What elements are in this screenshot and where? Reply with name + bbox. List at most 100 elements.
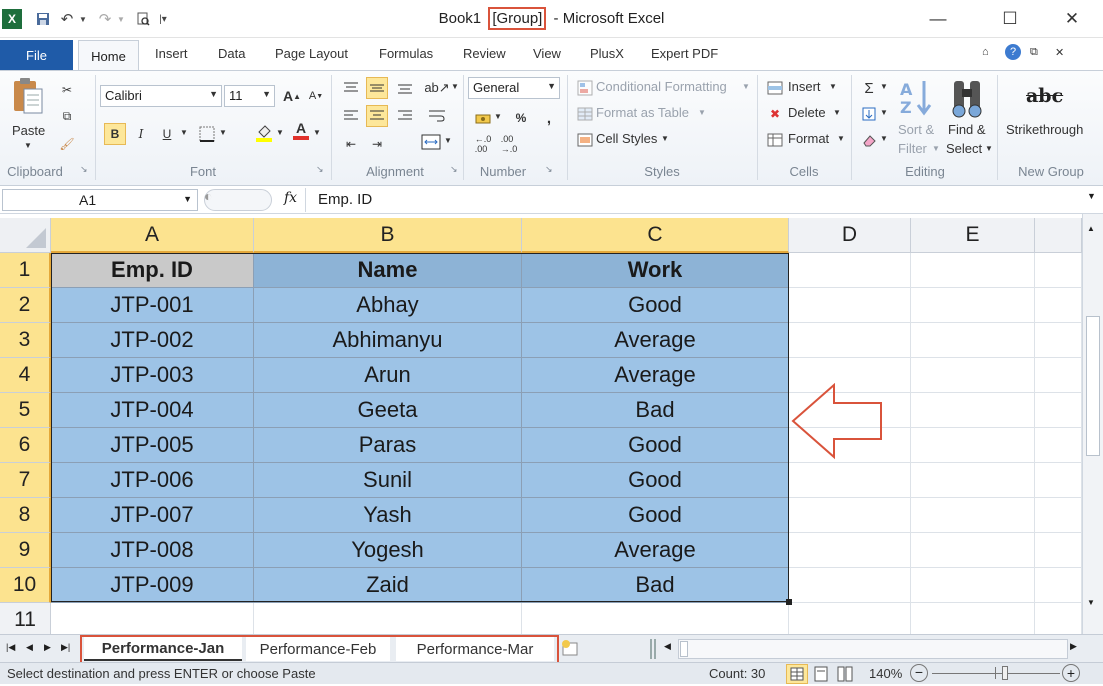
minimize-button[interactable]: —	[918, 6, 958, 32]
tab-review[interactable]: Review	[463, 46, 506, 61]
cell-styles-icon[interactable]	[574, 129, 596, 151]
format-dropdown-icon[interactable]: ▼	[837, 134, 845, 143]
vertical-scrollbar[interactable]: ▲ ▼	[1082, 214, 1103, 634]
empty-cell[interactable]	[911, 568, 1035, 603]
page-layout-view-icon[interactable]	[812, 665, 830, 686]
page-break-view-icon[interactable]	[836, 665, 854, 686]
empty-cell[interactable]	[911, 288, 1035, 323]
row-header-1[interactable]: 1	[0, 253, 51, 288]
bold-button[interactable]: B	[104, 123, 126, 145]
empty-cell[interactable]	[789, 463, 911, 498]
insert-function-icon[interactable]: fx	[284, 190, 297, 206]
clear-dropdown-icon[interactable]: ▼	[880, 134, 888, 143]
align-bottom-icon[interactable]	[394, 77, 416, 99]
zoom-slider-thumb[interactable]	[1002, 666, 1008, 680]
underline-dropdown-icon[interactable]: ▼	[180, 128, 188, 137]
tab-insert[interactable]: Insert	[155, 46, 188, 61]
cell-b5[interactable]: Geeta	[254, 393, 522, 428]
cell-b2[interactable]: Abhay	[254, 288, 522, 323]
percent-style-icon[interactable]: %	[510, 107, 532, 129]
tab-expert-pdf[interactable]: Expert PDF	[651, 46, 718, 61]
empty-cell[interactable]	[1035, 498, 1082, 533]
empty-cell[interactable]	[254, 603, 522, 638]
row-header-6[interactable]: 6	[0, 428, 51, 463]
cell-a2[interactable]: JTP-001	[51, 288, 254, 323]
horizontal-scrollbar[interactable]	[678, 639, 1068, 659]
format-as-table-icon[interactable]	[574, 103, 596, 125]
cell-a7[interactable]: JTP-006	[51, 463, 254, 498]
insert-sheet-icon[interactable]	[560, 639, 580, 660]
row-header-2[interactable]: 2	[0, 288, 51, 323]
cut-icon[interactable]: ✂	[56, 79, 78, 101]
cell-c4[interactable]: Average	[522, 358, 789, 393]
row-header-4[interactable]: 4	[0, 358, 51, 393]
first-sheet-icon[interactable]: |◀	[6, 642, 15, 653]
merge-dropdown-icon[interactable]: ▼	[444, 136, 452, 145]
cell-b4[interactable]: Arun	[254, 358, 522, 393]
merge-center-icon[interactable]	[420, 131, 442, 153]
delete-cells-icon[interactable]: ✖	[764, 103, 786, 125]
zoom-out-icon[interactable]: −	[910, 664, 928, 682]
next-sheet-icon[interactable]: ▶	[44, 642, 51, 653]
number-launcher-icon[interactable]: ↘	[545, 164, 553, 175]
insert-dropdown-icon[interactable]: ▼	[829, 82, 837, 91]
column-header-e[interactable]: E	[911, 218, 1035, 253]
cell-b6[interactable]: Paras	[254, 428, 522, 463]
increase-decimal-icon[interactable]: ←.0.00	[472, 133, 494, 155]
empty-cell[interactable]	[911, 533, 1035, 568]
empty-cell[interactable]	[911, 428, 1035, 463]
normal-view-icon[interactable]	[786, 664, 808, 684]
sheet-tab-performance-feb[interactable]: Performance-Feb	[246, 637, 390, 661]
zoom-in-icon[interactable]: +	[1062, 664, 1080, 682]
decrease-decimal-icon[interactable]: .00 →.0	[498, 133, 520, 155]
delete-dropdown-icon[interactable]: ▼	[833, 108, 841, 117]
empty-cell[interactable]	[789, 253, 911, 288]
paste-icon[interactable]	[10, 75, 46, 119]
decrease-indent-icon[interactable]: ⇤	[340, 133, 362, 155]
zoom-slider[interactable]	[932, 673, 1060, 674]
fill-color-icon[interactable]	[253, 121, 275, 143]
header-cell-b[interactable]: Name	[254, 253, 522, 288]
header-cell-a[interactable]: Emp. ID	[51, 253, 254, 288]
empty-cell[interactable]	[911, 358, 1035, 393]
font-size-dropdown-icon[interactable]: ▼	[262, 89, 271, 99]
sheet-tab-performance-mar[interactable]: Performance-Mar	[396, 637, 554, 661]
column-header-b[interactable]: B	[254, 218, 522, 253]
empty-cell[interactable]	[51, 603, 254, 638]
empty-cell[interactable]	[789, 323, 911, 358]
formula-input[interactable]: Emp. ID	[305, 188, 1085, 212]
accounting-dropdown-icon[interactable]: ▼	[494, 112, 502, 121]
format-painter-icon[interactable]: 🖌	[56, 133, 78, 155]
find-select-label-2[interactable]: Select	[946, 141, 982, 156]
format-as-table-button[interactable]: Format as Table	[596, 105, 689, 120]
scroll-down-icon[interactable]: ▼	[1087, 598, 1095, 607]
align-center-icon[interactable]	[366, 105, 388, 127]
fill-color-dropdown-icon[interactable]: ▼	[276, 128, 284, 137]
cell-styles-button[interactable]: Cell Styles	[596, 131, 657, 146]
empty-cell[interactable]	[1035, 533, 1082, 568]
empty-cell[interactable]	[911, 603, 1035, 638]
horizontal-scroll-thumb[interactable]	[680, 641, 688, 657]
help-icon[interactable]: ?	[1005, 44, 1021, 60]
column-header-f[interactable]	[1035, 218, 1082, 253]
row-header-5[interactable]: 5	[0, 393, 51, 428]
row-header-10[interactable]: 10	[0, 568, 51, 603]
font-color-icon[interactable]: A	[290, 119, 312, 141]
find-select-label[interactable]: Find &	[948, 122, 986, 137]
strikethrough-button[interactable]: Strikethrough	[1006, 122, 1083, 137]
row-header-11[interactable]: 11	[0, 603, 51, 638]
italic-button[interactable]: I	[130, 123, 152, 145]
insert-cells-icon[interactable]	[764, 77, 786, 99]
grow-font-icon[interactable]: A ▲	[281, 85, 303, 107]
cell-b8[interactable]: Yash	[254, 498, 522, 533]
empty-cell[interactable]	[789, 603, 911, 638]
align-right-icon[interactable]	[394, 105, 416, 127]
delete-cells-button[interactable]: Delete	[788, 105, 826, 120]
row-header-8[interactable]: 8	[0, 498, 51, 533]
conditional-dropdown-icon[interactable]: ▼	[742, 82, 750, 91]
cell-a6[interactable]: JTP-005	[51, 428, 254, 463]
scroll-left-icon[interactable]: ◀	[664, 641, 671, 652]
format-cells-icon[interactable]	[764, 129, 786, 151]
scroll-up-icon[interactable]: ▲	[1087, 224, 1095, 233]
header-cell-c[interactable]: Work	[522, 253, 789, 288]
